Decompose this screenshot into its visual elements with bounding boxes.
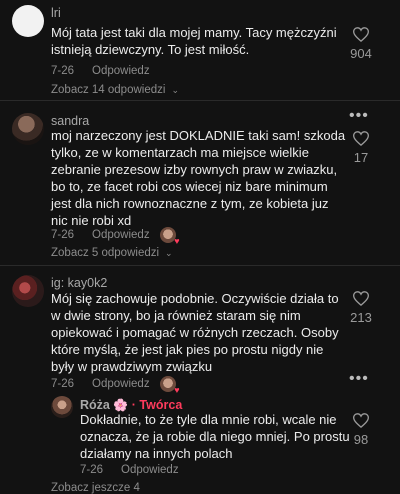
heart-icon xyxy=(353,27,369,42)
like-count: 904 xyxy=(350,46,372,61)
avatar[interactable] xyxy=(12,113,44,145)
comment-meta: 7-26 Odpowiedz xyxy=(51,376,180,395)
comment-text: Mój się zachowuje podobnie. Oczywiście d… xyxy=(51,291,339,374)
reply-button[interactable]: Odpowiedz xyxy=(92,229,150,241)
comment-date: 7-26 xyxy=(51,229,75,242)
flower-emoji: 🌸 xyxy=(113,398,129,412)
view-replies-button[interactable]: Zobacz 5 odpowiedzi ⌄ xyxy=(51,247,173,259)
view-replies-button[interactable]: Zobacz 14 odpowiedzi ⌄ xyxy=(51,84,179,96)
comment-date: 7-26 xyxy=(51,378,75,391)
avatar[interactable] xyxy=(12,275,44,307)
heart-icon xyxy=(353,413,369,428)
reply-button[interactable]: Odpowiedz xyxy=(121,464,179,476)
creator-liked-icon xyxy=(159,227,180,246)
comment-username[interactable]: lri xyxy=(51,6,61,20)
creator-liked-icon xyxy=(159,376,180,395)
comment-meta: 7-26 Odpowiedz xyxy=(51,227,180,246)
chevron-down-icon: ⌄ xyxy=(171,85,179,95)
reply-text: Dokładnie, to że tyle dla mnie robi, wca… xyxy=(80,412,350,461)
reply-button[interactable]: Odpowiedz xyxy=(92,378,150,390)
chevron-down-icon: ⌄ xyxy=(165,248,173,258)
view-more-replies-button[interactable]: Zobacz jeszcze 4 xyxy=(51,482,140,494)
heart-icon xyxy=(353,131,369,146)
like-button[interactable]: 98 xyxy=(346,413,376,447)
comment-item: lri Mój tata jest taki dla mojej mamy. T… xyxy=(0,0,400,100)
comment-item: sandra ••• moj narzeczony jest DOKLADNIE… xyxy=(0,101,400,265)
comment-text: Mój tata jest taki dla mojej mamy. Tacy … xyxy=(51,25,337,57)
comment-text: moj narzeczony jest DOKLADNIE taki sam! … xyxy=(51,128,346,228)
comment-username[interactable]: ig: kay0k2 xyxy=(51,276,107,290)
like-button[interactable]: 17 xyxy=(346,131,376,165)
comment-date: 7-26 xyxy=(51,65,75,77)
more-options-icon[interactable]: ••• xyxy=(349,107,369,125)
creator-badge: · Twórca xyxy=(131,398,183,412)
reply-button[interactable]: Odpowiedz xyxy=(92,65,150,77)
like-count: 98 xyxy=(353,432,369,447)
heart-icon xyxy=(353,291,369,306)
avatar[interactable] xyxy=(12,5,44,37)
avatar[interactable] xyxy=(51,396,73,418)
comment-username[interactable]: sandra xyxy=(51,114,89,128)
like-count: 17 xyxy=(353,150,369,165)
comment-meta: 7-26 Odpowiedz xyxy=(51,65,150,77)
comment-item: ig: kay0k2 Mój się zachowuje podobnie. O… xyxy=(0,266,400,395)
more-options-icon[interactable]: ••• xyxy=(349,370,369,388)
reply-date: 7-26 xyxy=(80,464,104,476)
reply-item: Róża 🌸 · Twórca Dokładnie, to że tyle dl… xyxy=(0,392,400,476)
like-button[interactable]: 904 xyxy=(346,27,376,61)
like-button[interactable]: 213 xyxy=(346,291,376,325)
reply-meta: 7-26 Odpowiedz xyxy=(80,464,179,476)
like-count: 213 xyxy=(350,310,372,325)
reply-username[interactable]: Róża 🌸 · Twórca xyxy=(80,398,182,412)
